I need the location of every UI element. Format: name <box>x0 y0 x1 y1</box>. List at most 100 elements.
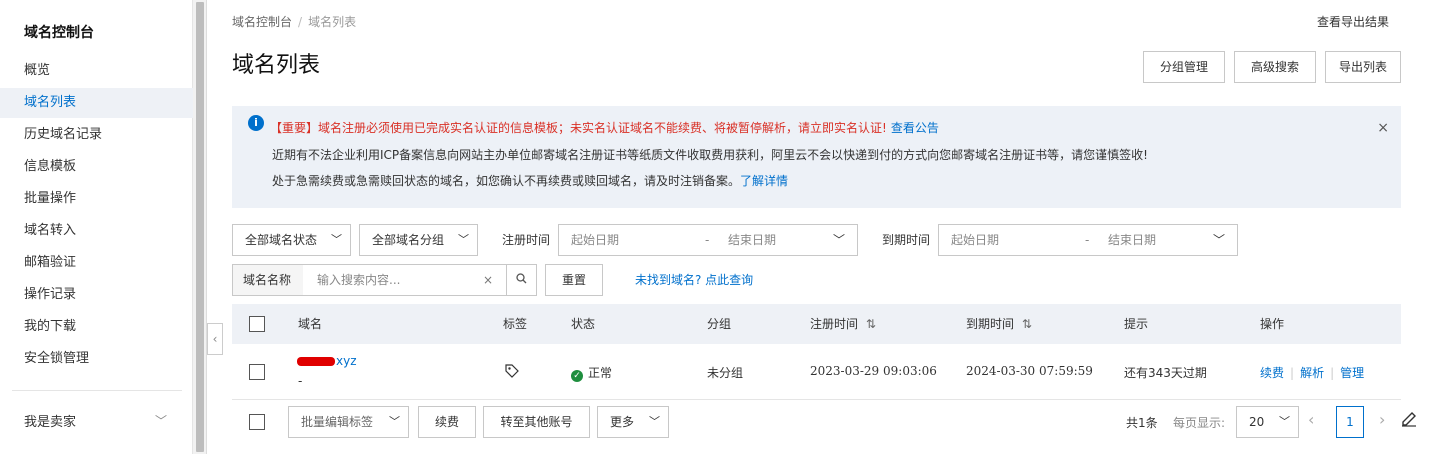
footer-select-all-checkbox[interactable] <box>249 414 265 430</box>
next-page-icon[interactable]: › <box>1379 410 1385 429</box>
status-text: 正常 <box>588 366 613 380</box>
chevron-down-icon: ﹀ <box>331 233 342 246</box>
col-exp-time-label: 到期时间 <box>966 317 1015 331</box>
scrollbar-thumb[interactable] <box>196 2 204 452</box>
group-filter-select[interactable]: 全部域名分组 ﹀ <box>359 224 478 256</box>
domain-console-app: 域名控制台 概览 域名列表 历史域名记录 信息模板 批量操作 域名转入 邮箱验证… <box>0 0 1431 454</box>
tag-icon[interactable] <box>505 364 519 381</box>
col-exp-time[interactable]: 到期时间 ⇅ <box>966 304 1032 344</box>
breadcrumb-current: 域名列表 <box>308 15 357 29</box>
close-icon[interactable]: × <box>1377 120 1389 136</box>
col-reg-time[interactable]: 注册时间 ⇅ <box>810 304 876 344</box>
more-actions-select[interactable]: 更多 ﹀ <box>597 406 669 438</box>
edit-pencil-icon[interactable] <box>1393 406 1425 438</box>
learn-more-link[interactable]: 了解详情 <box>740 174 788 188</box>
sort-icon[interactable]: ⇅ <box>1022 317 1032 331</box>
sidebar-item-domain-list[interactable]: 域名列表 <box>0 88 193 118</box>
exp-range-dash: - <box>1085 233 1090 247</box>
redacted-mark <box>297 357 335 366</box>
advanced-search-button[interactable]: 高级搜索 <box>1234 51 1316 83</box>
reg-date-range[interactable]: 起始日期 - 结束日期 ﹀ <box>558 224 858 256</box>
exp-time-label: 到期时间 <box>882 233 931 247</box>
sidebar-item-security-lock[interactable]: 安全锁管理 <box>0 344 193 374</box>
exp-date-range[interactable]: 起始日期 - 结束日期 ﹀ <box>938 224 1238 256</box>
status-filter-value: 全部域名状态 <box>245 233 318 247</box>
view-export-result-link[interactable]: 查看导出结果 <box>1317 13 1389 30</box>
transfer-account-button[interactable]: 转至其他账号 <box>483 406 590 438</box>
col-actions: 操作 <box>1260 317 1285 331</box>
sidebar: 域名控制台 概览 域名列表 历史域名记录 信息模板 批量操作 域名转入 邮箱验证… <box>0 0 193 454</box>
chevron-down-icon: ﹀ <box>649 415 660 428</box>
sidebar-item-downloads[interactable]: 我的下载 <box>0 312 193 342</box>
reg-start-date[interactable]: 起始日期 <box>571 225 619 255</box>
notice-line3-wrap: 处于急需续费或急需赎回状态的域名，如您确认不再续费或赎回域名，请及时注销备案。了… <box>272 172 788 189</box>
sidebar-divider <box>12 390 182 391</box>
sidebar-item-seller[interactable]: 我是卖家 <box>24 411 76 430</box>
notice-important-text: 【重要】域名注册必须使用已完成实名认证的信息模板；未实名认证域名不能续费、将被暂… <box>270 119 939 136</box>
search-icon[interactable] <box>506 265 536 295</box>
domain-search-box: 域名名称 输入搜索内容... × <box>232 264 537 296</box>
chevron-down-icon: ﹀ <box>1212 233 1225 247</box>
reg-range-dash: - <box>705 233 710 247</box>
page-title: 域名列表 <box>232 53 321 78</box>
manage-link[interactable]: 管理 <box>1340 366 1364 380</box>
more-actions-label: 更多 <box>610 415 635 429</box>
notice-line2: 近期有不法企业利用ICP备案信息向网站主办单位邮寄域名注册证书等纸质文件收取费用… <box>272 148 1148 162</box>
sidebar-scrollbar[interactable] <box>193 0 207 454</box>
reset-button[interactable]: 重置 <box>545 264 603 296</box>
breadcrumb: 域名控制台 / 域名列表 <box>232 13 356 30</box>
prev-page-icon[interactable]: ‹ <box>1308 410 1314 429</box>
notice-line3: 处于急需续费或急需赎回状态的域名，如您确认不再续费或赎回域名，请及时注销备案。 <box>272 174 741 188</box>
export-list-button[interactable]: 导出列表 <box>1325 51 1401 83</box>
total-count: 共1条 <box>1126 416 1158 430</box>
sidebar-item-overview[interactable]: 概览 <box>0 56 193 86</box>
breadcrumb-root[interactable]: 域名控制台 <box>232 15 292 29</box>
breadcrumb-separator: / <box>298 15 303 29</box>
chevron-down-icon: ﹀ <box>458 233 469 246</box>
chevron-down-icon: ﹀ <box>1279 415 1290 428</box>
batch-edit-tags-label: 批量编辑标签 <box>301 415 374 429</box>
domain-suffix: xyz <box>336 354 357 368</box>
select-all-checkbox[interactable] <box>249 316 265 332</box>
sidebar-item-history[interactable]: 历史域名记录 <box>0 120 193 150</box>
group-filter-value: 全部域名分组 <box>372 233 445 247</box>
sidebar-item-op-log[interactable]: 操作记录 <box>0 280 193 310</box>
search-input[interactable]: 输入搜索内容... <box>317 265 400 295</box>
table-header: 域名 标签 状态 分组 注册时间 ⇅ 到期时间 ⇅ 提示 操作 <box>232 304 1401 344</box>
action-separator: | <box>1290 366 1295 380</box>
dns-link[interactable]: 解析 <box>1300 366 1324 380</box>
col-group: 分组 <box>707 317 732 331</box>
table-row: xyz - ✓ 正常 未分组 2023-03-29 09:03:06 2024-0… <box>232 344 1401 400</box>
chevron-down-icon: ﹀ <box>389 415 400 428</box>
reg-time-cell: 2023-03-29 09:03:06 <box>810 364 937 378</box>
sidebar-item-email-verify[interactable]: 邮箱验证 <box>0 248 193 278</box>
domain-name-link[interactable]: xyz <box>297 354 357 368</box>
chevron-down-icon: ﹀ <box>832 233 845 247</box>
clear-icon[interactable]: × <box>483 265 493 295</box>
view-announcement-link[interactable]: 查看公告 <box>891 121 939 135</box>
chevron-down-icon[interactable]: ﹀ <box>155 412 167 429</box>
batch-edit-tags-select[interactable]: 批量编辑标签 ﹀ <box>288 406 409 438</box>
exp-start-date[interactable]: 起始日期 <box>951 225 999 255</box>
status-filter-select[interactable]: 全部域名状态 ﹀ <box>232 224 351 256</box>
col-tag: 标签 <box>503 317 528 331</box>
sort-icon[interactable]: ⇅ <box>866 317 876 331</box>
page-1-button[interactable]: 1 <box>1336 406 1364 438</box>
domain-sub: - <box>298 374 303 388</box>
renew-link[interactable]: 续费 <box>1260 366 1284 380</box>
col-domain: 域名 <box>298 317 323 331</box>
hint-cell: 还有343天过期 <box>1124 366 1207 380</box>
sidebar-item-transfer-in[interactable]: 域名转入 <box>0 216 193 246</box>
not-found-query-link[interactable]: 未找到域名? 点此查询 <box>635 271 753 288</box>
sidebar-item-templates[interactable]: 信息模板 <box>0 152 193 182</box>
group-manage-button[interactable]: 分组管理 <box>1143 51 1225 83</box>
notice-banner: i 【重要】域名注册必须使用已完成实名认证的信息模板；未实名认证域名不能续费、将… <box>232 106 1401 208</box>
row-checkbox[interactable] <box>249 364 265 380</box>
batch-renew-button[interactable]: 续费 <box>418 406 476 438</box>
per-page-value: 20 <box>1249 415 1265 429</box>
reg-end-date[interactable]: 结束日期 <box>728 225 776 255</box>
sidebar-item-batch[interactable]: 批量操作 <box>0 184 193 214</box>
col-hint: 提示 <box>1124 317 1149 331</box>
per-page-select[interactable]: 20 ﹀ <box>1236 406 1299 438</box>
exp-end-date[interactable]: 结束日期 <box>1108 225 1156 255</box>
